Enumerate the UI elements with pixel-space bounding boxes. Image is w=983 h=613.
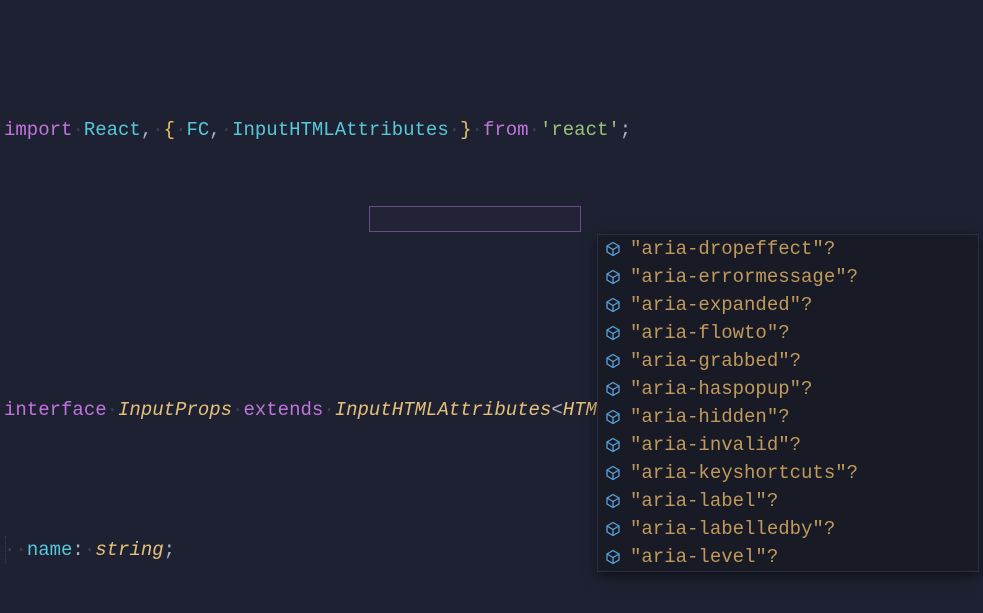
autocomplete-item[interactable]: "aria-dropeffect"?: [598, 235, 978, 263]
property-icon: [604, 436, 622, 454]
autocomplete-item[interactable]: "aria-level"?: [598, 543, 978, 571]
autocomplete-item[interactable]: "aria-expanded"?: [598, 291, 978, 319]
property-icon: [604, 324, 622, 342]
autocomplete-label: "aria-expanded"?: [630, 291, 812, 319]
autocomplete-label: "aria-errormessage"?: [630, 263, 858, 291]
autocomplete-label: "aria-hidden"?: [630, 403, 790, 431]
autocomplete-item[interactable]: "aria-grabbed"?: [598, 347, 978, 375]
autocomplete-item[interactable]: "aria-label"?: [598, 487, 978, 515]
keyword-import: import: [4, 119, 72, 141]
autocomplete-item[interactable]: "aria-hidden"?: [598, 403, 978, 431]
property-icon: [604, 492, 622, 510]
autocomplete-label: "aria-level"?: [630, 543, 778, 571]
ident-react: React: [84, 119, 141, 141]
autocomplete-label: "aria-invalid"?: [630, 431, 801, 459]
property-icon: [604, 296, 622, 314]
property-icon: [604, 408, 622, 426]
property-icon: [604, 520, 622, 538]
autocomplete-label: "aria-labelledby"?: [630, 515, 835, 543]
autocomplete-label: "aria-label"?: [630, 487, 778, 515]
autocomplete-item[interactable]: "aria-flowto"?: [598, 319, 978, 347]
autocomplete-label: "aria-dropeffect"?: [630, 235, 835, 263]
autocomplete-popup[interactable]: "aria-dropeffect"? "aria-errormessage"? …: [597, 234, 979, 572]
property-icon: [604, 352, 622, 370]
property-icon: [604, 380, 622, 398]
autocomplete-item[interactable]: "aria-invalid"?: [598, 431, 978, 459]
autocomplete-label: "aria-grabbed"?: [630, 347, 801, 375]
autocomplete-label: "aria-haspopup"?: [630, 375, 812, 403]
property-icon: [604, 548, 622, 566]
destructure-highlight: [369, 206, 581, 232]
autocomplete-label: "aria-keyshortcuts"?: [630, 459, 858, 487]
code-line[interactable]: import·React,·{·FC,·InputHTMLAttributes·…: [4, 116, 983, 144]
property-icon: [604, 464, 622, 482]
autocomplete-label: "aria-flowto"?: [630, 319, 790, 347]
autocomplete-item[interactable]: "aria-keyshortcuts"?: [598, 459, 978, 487]
property-icon: [604, 268, 622, 286]
autocomplete-item[interactable]: "aria-haspopup"?: [598, 375, 978, 403]
autocomplete-item[interactable]: "aria-labelledby"?: [598, 515, 978, 543]
property-icon: [604, 240, 622, 258]
autocomplete-item[interactable]: "aria-errormessage"?: [598, 263, 978, 291]
